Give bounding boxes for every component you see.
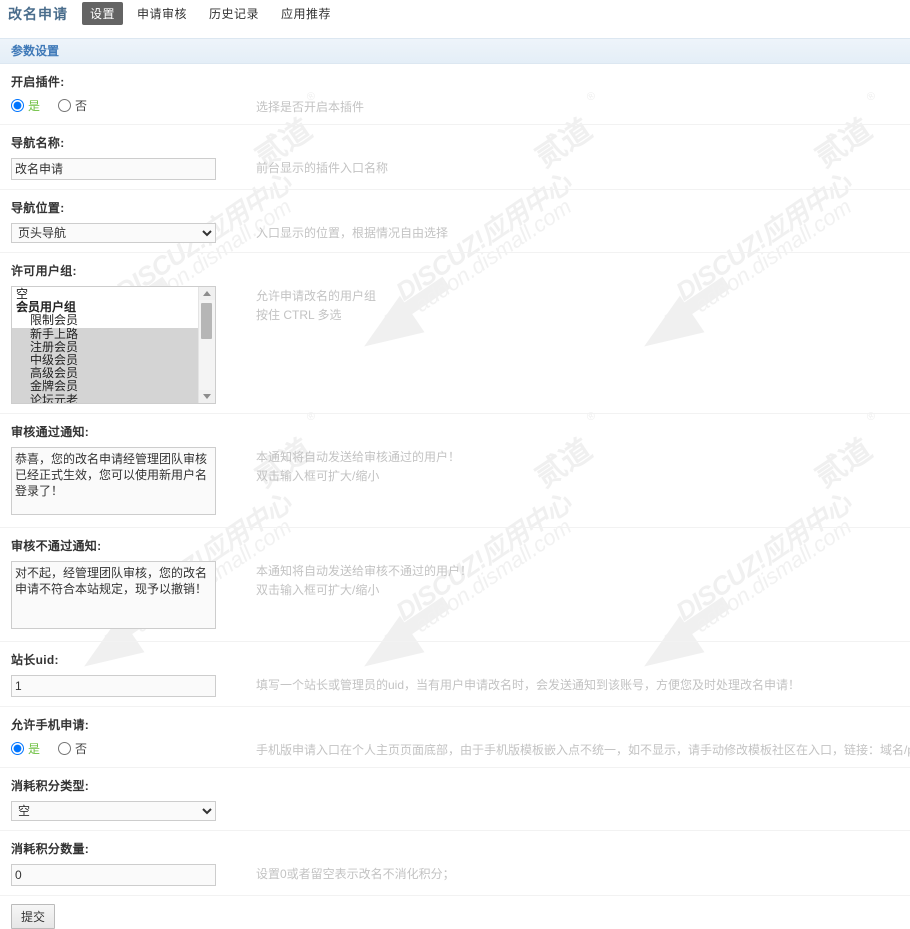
row-nav-position: 导航位置: 页头导航 入口显示的位置，根据情况自由选择 <box>0 190 910 253</box>
row-admin-uid: 站长uid: 填写一个站长或管理员的uid，当有用户申请改名时，会发送通知到该账… <box>0 642 910 707</box>
nav-name-input[interactable] <box>11 158 216 180</box>
scrollbar-thumb[interactable] <box>201 303 212 339</box>
row-allowed-groups: 许可用户组: 空 会员用户组 限制会员 新手上路 注册会员 中级会员 高级会员 … <box>0 253 910 414</box>
radio-label-mobile-apply-no: 否 <box>75 742 88 756</box>
page-header: 改名申请 设置 申请审核 历史记录 应用推荐 <box>0 0 910 27</box>
desc-credit-amount: 设置0或者留空表示改名不消化积分； <box>256 867 455 881</box>
desc-approve-notice: 本通知将自动发送给审核通过的用户！ 双击输入框可扩大/缩小 <box>256 448 460 486</box>
row-reject-notice: 审核不通过通知: 对不起，经管理团队审核，您的改名申请不符合本站规定，现予以撤销… <box>0 528 910 642</box>
desc-reject-notice: 本通知将自动发送给审核不通过的用户！ 双击输入框可扩大/缩小 <box>256 562 472 600</box>
approve-notice-textarea[interactable]: 恭喜，您的改名申请经管理团队审核已经正式生效，您可以使用新用户名登录了！ <box>11 447 216 515</box>
label-admin-uid: 站长uid: <box>11 653 59 667</box>
reject-notice-textarea[interactable]: 对不起，经管理团队审核，您的改名申请不符合本站规定，现予以撤销！ <box>11 561 216 629</box>
row-enable-plugin: 开启插件: 是 否 选择是否开启本插件 <box>0 64 910 125</box>
radio-mobile-apply-no[interactable]: 否 <box>58 740 87 757</box>
list-item[interactable]: 论坛元老 <box>12 393 198 403</box>
label-credit-type: 消耗积分类型: <box>11 779 90 793</box>
nav-position-select[interactable]: 页头导航 <box>11 223 216 243</box>
section-header-parameter-settings: 参数设置 <box>0 38 910 64</box>
radio-enable-plugin-yes[interactable]: 是 <box>11 97 40 114</box>
desc-approve-notice-line2: 双击输入框可扩大/缩小 <box>256 469 380 483</box>
desc-allowed-groups-line1: 允许申请改名的用户组 <box>256 289 377 303</box>
label-reject-notice: 审核不通过通知: <box>11 539 102 553</box>
list-item[interactable]: 限制会员 <box>12 314 198 327</box>
radio-input-mobile-apply-yes[interactable] <box>11 742 24 755</box>
desc-mobile-apply: 手机版申请入口在个人主页页面底部，由于手机版模板嵌入点不统一，如不显示，请手动修… <box>256 743 910 757</box>
tab-history[interactable]: 历史记录 <box>201 2 267 25</box>
allowed-groups-listbox[interactable]: 空 会员用户组 限制会员 新手上路 注册会员 中级会员 高级会员 金牌会员 论坛… <box>11 286 216 404</box>
desc-nav-name: 前台显示的插件入口名称 <box>256 161 389 175</box>
list-item[interactable]: 新手上路 <box>12 327 198 341</box>
desc-reject-notice-line2: 双击输入框可扩大/缩小 <box>256 583 380 597</box>
radio-label-mobile-apply-yes: 是 <box>28 742 41 756</box>
desc-allowed-groups-line2: 按住 CTRL 多选 <box>256 308 342 322</box>
submit-button[interactable]: 提交 <box>11 904 56 929</box>
submit-row: 提交 <box>0 896 910 929</box>
row-mobile-apply: 允许手机申请: 是 否 手机版申请入口在个人主页页面底部，由于手机版模板嵌入点不… <box>0 707 910 768</box>
list-item[interactable]: 金牌会员 <box>12 380 198 394</box>
label-credit-amount: 消耗积分数量: <box>11 842 90 856</box>
radio-group-enable-plugin[interactable]: 是 否 <box>0 97 910 114</box>
scroll-down-icon[interactable] <box>199 390 215 403</box>
radio-input-enable-plugin-yes[interactable] <box>11 99 24 112</box>
label-enable-plugin: 开启插件: <box>11 75 65 89</box>
desc-reject-notice-line1: 本通知将自动发送给审核不通过的用户！ <box>256 564 473 578</box>
page-title: 改名申请 <box>8 5 68 22</box>
radio-mobile-apply-yes[interactable]: 是 <box>11 740 40 757</box>
desc-admin-uid: 填写一个站长或管理员的uid，当有用户申请改名时，会发送通知到该账号，方便您及时… <box>256 678 801 692</box>
radio-label-enable-plugin-no: 否 <box>75 99 88 113</box>
label-nav-position: 导航位置: <box>11 201 65 215</box>
radio-input-enable-plugin-no[interactable] <box>58 99 72 112</box>
label-approve-notice: 审核通过通知: <box>11 425 90 439</box>
row-approve-notice: 审核通过通知: 恭喜，您的改名申请经管理团队审核已经正式生效，您可以使用新用户名… <box>0 414 910 528</box>
radio-label-enable-plugin-yes: 是 <box>28 99 41 113</box>
row-nav-name: 导航名称: 前台显示的插件入口名称 <box>0 125 910 190</box>
desc-allowed-groups: 允许申请改名的用户组 按住 CTRL 多选 <box>256 287 376 325</box>
tab-recommended-apps[interactable]: 应用推荐 <box>273 2 339 25</box>
tab-application-review[interactable]: 申请审核 <box>129 2 195 25</box>
credit-amount-input[interactable] <box>11 864 216 886</box>
listbox-scrollbar[interactable] <box>198 287 215 403</box>
admin-uid-input[interactable] <box>11 675 216 697</box>
radio-input-mobile-apply-no[interactable] <box>58 742 72 755</box>
desc-enable-plugin: 选择是否开启本插件 <box>256 100 365 114</box>
allowed-groups-items: 空 会员用户组 限制会员 新手上路 注册会员 中级会员 高级会员 金牌会员 论坛… <box>12 287 198 403</box>
row-credit-type: 消耗积分类型: 空 <box>0 768 910 831</box>
scroll-up-icon[interactable] <box>199 287 215 300</box>
tab-settings[interactable]: 设置 <box>82 2 124 25</box>
credit-type-select[interactable]: 空 <box>11 801 216 821</box>
desc-approve-notice-line1: 本通知将自动发送给审核通过的用户！ <box>256 450 461 464</box>
row-credit-amount: 消耗积分数量: 设置0或者留空表示改名不消化积分； <box>0 831 910 896</box>
settings-form: 开启插件: 是 否 选择是否开启本插件 导航名称: 前台显示的插件入口名称 <box>0 64 910 896</box>
radio-enable-plugin-no[interactable]: 否 <box>58 97 87 114</box>
label-nav-name: 导航名称: <box>11 136 65 150</box>
label-mobile-apply: 允许手机申请: <box>11 718 90 732</box>
desc-nav-position: 入口显示的位置，根据情况自由选择 <box>256 226 449 240</box>
label-allowed-groups: 许可用户组: <box>11 264 77 278</box>
